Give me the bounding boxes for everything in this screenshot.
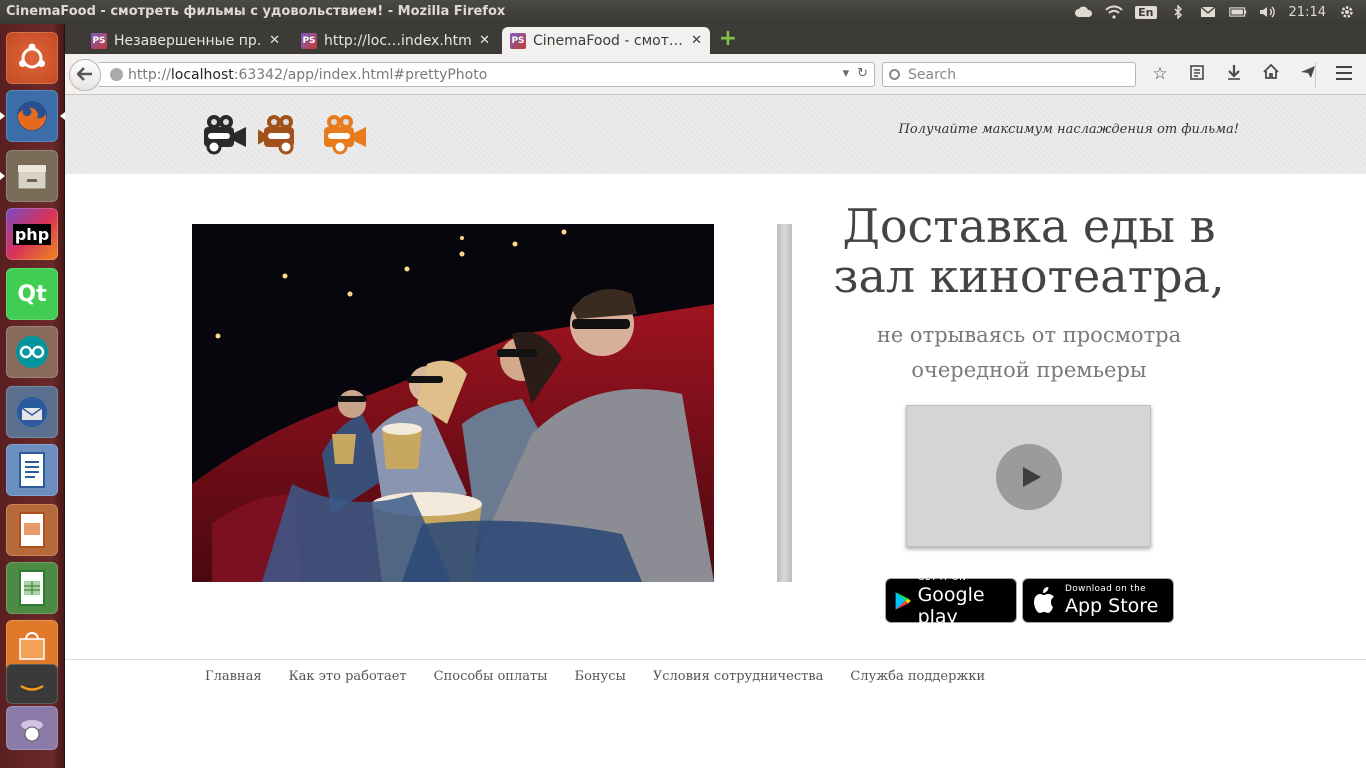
- unity-launcher: php Qt: [0, 24, 65, 768]
- trash-icon[interactable]: [6, 706, 58, 750]
- google-play-badge[interactable]: GET IT ON Google play: [885, 573, 1017, 628]
- footer-link-payment[interactable]: Способы оплаты: [434, 669, 548, 684]
- footer-link-support[interactable]: Служба поддержки: [850, 669, 985, 684]
- close-tab-icon[interactable]: ✕: [269, 33, 280, 48]
- url-bar[interactable]: http://localhost:63342/app/index.html#pr…: [99, 62, 875, 87]
- top-panel: CinemaFood - смотреть фильмы с удовольст…: [0, 0, 1366, 24]
- url-dropdown-icon[interactable]: ▾: [843, 66, 850, 81]
- search-placeholder: Search: [908, 66, 957, 83]
- bookmark-star-icon[interactable]: ☆: [1148, 64, 1172, 85]
- navigation-bar: http://localhost:63342/app/index.html#pr…: [65, 54, 1366, 95]
- new-tab-button[interactable]: +: [717, 28, 739, 51]
- google-play-icon: [895, 591, 911, 610]
- ubuntu-dash-icon[interactable]: [6, 32, 58, 84]
- site-header: Получайте максимум наслаждения от фильма…: [65, 95, 1366, 174]
- window-title: CinemaFood - смотреть фильмы с удовольст…: [6, 4, 506, 19]
- running-indicator: [0, 112, 5, 120]
- apple-icon: [1031, 586, 1057, 615]
- video-player[interactable]: [906, 405, 1151, 547]
- libreoffice-calc-icon[interactable]: [6, 562, 58, 614]
- footer-nav: Главная Как это работает Способы оплаты …: [205, 669, 1012, 684]
- tab-unfinished[interactable]: PS Незавершенные пр… ✕: [83, 27, 288, 54]
- mail-icon[interactable]: [1199, 5, 1217, 19]
- url-host: localhost: [170, 66, 234, 83]
- tab-bar: PS Незавершенные пр… ✕ PS http://loc…ind…: [65, 24, 1366, 54]
- search-icon: [889, 69, 900, 80]
- wifi-icon[interactable]: [1105, 5, 1123, 19]
- cloud-icon[interactable]: [1075, 5, 1093, 19]
- cinema-audience-photo: [192, 224, 714, 582]
- keyboard-layout-indicator[interactable]: En: [1135, 5, 1157, 19]
- volume-icon[interactable]: [1259, 5, 1277, 19]
- home-icon[interactable]: [1259, 63, 1283, 85]
- back-button[interactable]: [69, 59, 101, 91]
- libreoffice-impress-icon[interactable]: [6, 504, 58, 556]
- clock[interactable]: 21:14: [1289, 5, 1326, 20]
- url-path: :63342/app/index.html#prettyPhoto: [233, 66, 488, 83]
- amazon-icon[interactable]: [6, 664, 58, 704]
- arduino-icon[interactable]: [6, 326, 58, 378]
- thunderbird-icon[interactable]: [6, 386, 58, 438]
- search-bar[interactable]: Search: [882, 62, 1136, 87]
- phpstorm-favicon-icon: PS: [91, 32, 107, 49]
- hero-headline: Доставка еды в зал кинотеатра,: [833, 199, 1225, 303]
- divider-bar: [777, 224, 792, 582]
- footer-link-home[interactable]: Главная: [205, 669, 262, 684]
- reading-list-icon[interactable]: [1185, 64, 1209, 85]
- phpstorm-icon[interactable]: php: [6, 208, 58, 260]
- bluetooth-icon[interactable]: [1169, 5, 1187, 19]
- tab-localhost[interactable]: PS http://loc…index.html ✕: [293, 27, 498, 54]
- close-tab-icon[interactable]: ✕: [479, 33, 490, 48]
- app-store-badge[interactable]: Download on the App Store: [1022, 578, 1174, 623]
- qt-creator-icon[interactable]: Qt: [6, 268, 58, 320]
- tab-cinemafood[interactable]: PS CinemaFood - смот… ✕: [502, 27, 710, 54]
- play-icon: [1022, 467, 1041, 487]
- play-button[interactable]: [996, 444, 1062, 510]
- footer-link-partnership[interactable]: Условия сотрудничества: [653, 669, 824, 684]
- phpstorm-favicon-icon: PS: [301, 32, 317, 49]
- footer-link-how-it-works[interactable]: Как это работает: [289, 669, 407, 684]
- battery-icon[interactable]: [1228, 5, 1247, 19]
- file-manager-icon[interactable]: [6, 150, 58, 202]
- libreoffice-writer-icon[interactable]: [6, 444, 58, 496]
- arrow-left-icon: [76, 65, 93, 86]
- phpstorm-favicon-icon: PS: [510, 32, 526, 49]
- site-tagline: Получайте максимум наслаждения от фильма…: [898, 122, 1239, 137]
- download-icon[interactable]: [1222, 64, 1246, 85]
- running-indicator: [0, 172, 5, 180]
- globe-icon: [110, 68, 123, 81]
- system-tray: En 21:14: [1075, 0, 1356, 24]
- hero-subheadline: не отрываясь от просмотра очередной прем…: [876, 323, 1182, 382]
- hamburger-menu-icon[interactable]: [1336, 66, 1352, 80]
- logo-camera-brown-icon[interactable]: [258, 113, 308, 157]
- url-prefix: http://: [128, 66, 171, 83]
- send-icon[interactable]: [1296, 64, 1320, 85]
- reload-icon[interactable]: ↻: [857, 66, 868, 81]
- firefox-icon[interactable]: [6, 90, 58, 142]
- footer-divider: [65, 659, 1366, 660]
- gear-icon[interactable]: [1338, 5, 1356, 19]
- web-page: Получайте максимум наслаждения от фильма…: [65, 95, 1366, 768]
- logo-camera-dark-icon[interactable]: [198, 113, 248, 157]
- logo-camera-orange-icon[interactable]: [318, 113, 368, 157]
- footer-link-bonuses[interactable]: Бонусы: [575, 669, 626, 684]
- close-tab-icon[interactable]: ✕: [691, 33, 702, 48]
